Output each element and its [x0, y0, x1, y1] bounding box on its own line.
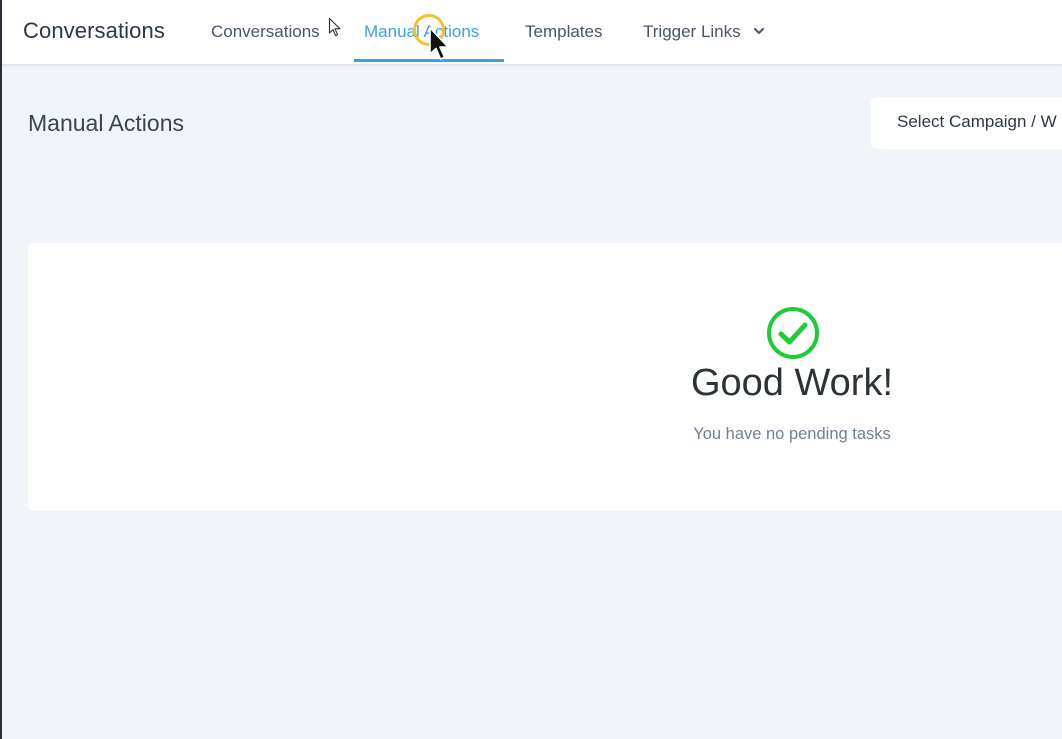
pointer-cursor-icon	[328, 17, 341, 37]
tab-trigger-links[interactable]: Trigger Links	[643, 22, 765, 42]
tab-label: Trigger Links	[643, 22, 741, 41]
select-value: Select Campaign / W	[897, 112, 1057, 131]
mouse-cursor-icon	[429, 27, 449, 60]
chevron-down-icon	[754, 28, 765, 35]
empty-state-title: Good Work!	[690, 362, 894, 404]
tab-label: Templates	[525, 22, 603, 41]
tab-templates[interactable]: Templates	[525, 22, 602, 42]
page-title: Manual Actions	[28, 110, 184, 136]
app-title: Conversations	[23, 18, 165, 43]
window-left-border	[0, 0, 2, 739]
tab-label: Conversations	[211, 22, 320, 41]
tab-conversations[interactable]: Conversations	[211, 22, 320, 42]
empty-state-message: You have no pending tasks	[693, 425, 891, 443]
check-circle-icon	[767, 307, 819, 359]
campaign-workflow-select[interactable]: Select Campaign / W	[871, 97, 1062, 149]
top-nav-bar: Conversations Conversations Manual Actio…	[2, 0, 1062, 65]
